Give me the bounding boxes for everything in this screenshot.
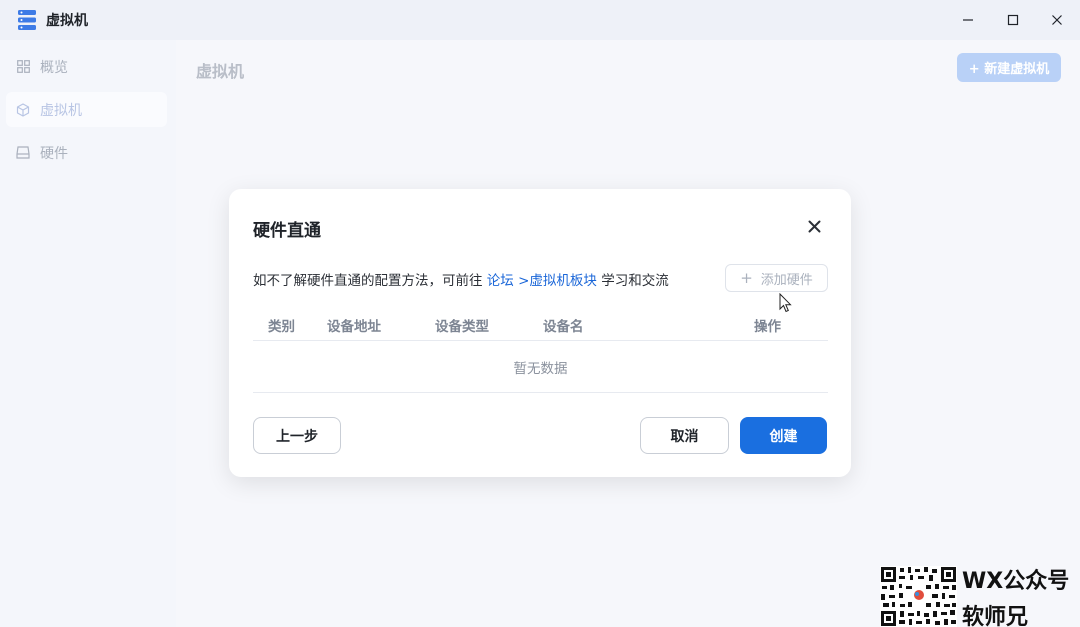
column-header-name: 设备名 xyxy=(543,319,584,335)
sidebar-item-label: 概览 xyxy=(40,59,68,76)
column-header-type: 设备类型 xyxy=(435,319,489,335)
forum-link[interactable]: 论坛 >虚拟机板块 xyxy=(487,273,597,289)
hint-text: 如不了解硬件直通的配置方法，可前往 论坛 >虚拟机板块 学习和交流 xyxy=(253,269,669,289)
hint-suffix: 学习和交流 xyxy=(596,273,669,289)
title-bar: 虚拟机 xyxy=(0,0,1080,40)
cube-icon xyxy=(16,102,30,117)
qr-code-icon xyxy=(880,566,957,627)
table-header: 类别 设备地址 设备类型 设备名 操作 xyxy=(253,313,828,341)
cancel-button[interactable]: 取消 xyxy=(640,417,729,454)
minimize-icon xyxy=(963,19,973,21)
empty-state: 暂无数据 xyxy=(253,341,828,393)
grid-icon xyxy=(16,60,30,74)
maximize-icon xyxy=(1007,14,1019,26)
create-button[interactable]: 创建 xyxy=(740,417,827,454)
close-window-button[interactable] xyxy=(1034,0,1080,40)
hardware-passthrough-dialog: 硬件直通 如不了解硬件直通的配置方法，可前往 论坛 >虚拟机板块 学习和交流 +… xyxy=(229,189,851,477)
close-icon xyxy=(1052,15,1062,25)
hint-prefix: 如不了解硬件直通的配置方法，可前往 xyxy=(253,273,487,289)
sidebar: 概览 虚拟机 硬件 xyxy=(0,40,176,627)
new-vm-button[interactable]: + 新建虚拟机 xyxy=(957,53,1061,82)
page-title: 虚拟机 xyxy=(196,62,245,81)
close-icon xyxy=(808,220,820,232)
dialog-close-button[interactable] xyxy=(803,215,825,237)
minimize-button[interactable] xyxy=(945,0,991,40)
add-hardware-label: 添加硬件 xyxy=(760,272,813,288)
sidebar-item-label: 虚拟机 xyxy=(40,102,82,119)
dialog-title: 硬件直通 xyxy=(253,221,321,241)
column-header-actions: 操作 xyxy=(754,319,781,335)
column-header-category: 类别 xyxy=(268,319,295,335)
maximize-button[interactable] xyxy=(990,0,1036,40)
watermark-line-1: WX公众号 xyxy=(962,569,1070,594)
add-hardware-button[interactable]: + 添加硬件 xyxy=(725,264,828,292)
sidebar-item-overview[interactable]: 概览 xyxy=(6,49,167,84)
mouse-cursor-icon xyxy=(779,293,792,313)
sidebar-item-hardware[interactable]: 硬件 xyxy=(6,135,167,170)
sidebar-item-label: 硬件 xyxy=(40,145,68,162)
server-stack-icon xyxy=(18,10,36,30)
plus-icon: + xyxy=(740,269,753,287)
window-title: 虚拟机 xyxy=(46,13,88,29)
column-header-address: 设备地址 xyxy=(327,319,381,335)
sidebar-item-vm[interactable]: 虚拟机 xyxy=(6,92,167,127)
watermark-line-2: 软师兄 xyxy=(962,605,1029,627)
previous-step-button[interactable]: 上一步 xyxy=(253,417,341,454)
drive-icon xyxy=(16,146,30,160)
